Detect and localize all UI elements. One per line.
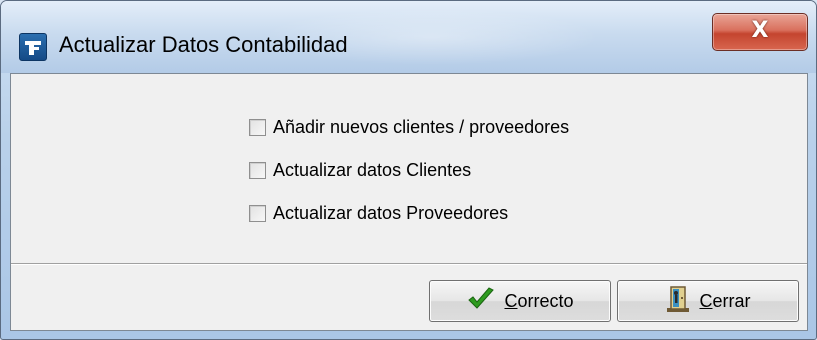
option-label: Actualizar datos Clientes bbox=[273, 159, 472, 180]
checkbox[interactable] bbox=[249, 118, 266, 136]
option-label: Actualizar datos Proveedores bbox=[273, 202, 509, 223]
option-label: Añadir nuevos clientes / proveedores bbox=[273, 116, 570, 137]
option-add-clients-suppliers[interactable]: Añadir nuevos clientes / proveedores bbox=[249, 114, 569, 140]
button-bar: Correcto Cerrar bbox=[11, 264, 807, 330]
close-window-button[interactable]: X bbox=[712, 13, 808, 51]
checkmark-icon bbox=[466, 286, 496, 317]
dialog-body: Añadir nuevos clientes / proveedores Act… bbox=[10, 73, 808, 331]
window-title: Actualizar Datos Contabilidad bbox=[59, 32, 348, 57]
correcto-button[interactable]: Correcto bbox=[429, 280, 611, 322]
cerrar-label: Cerrar bbox=[699, 290, 751, 311]
app-logo-icon[interactable] bbox=[19, 33, 47, 61]
close-icon: X bbox=[751, 18, 769, 43]
option-update-suppliers[interactable]: Actualizar datos Proveedores bbox=[249, 200, 508, 226]
checkbox[interactable] bbox=[249, 161, 266, 179]
cerrar-button[interactable]: Cerrar bbox=[617, 280, 799, 322]
checkbox[interactable] bbox=[249, 204, 266, 222]
title-bar[interactable]: Actualizar Datos Contabilidad X bbox=[1, 1, 816, 73]
dialog-window: Actualizar Datos Contabilidad X Añadir n… bbox=[0, 0, 817, 340]
correcto-label: Correcto bbox=[504, 290, 574, 311]
exit-door-icon bbox=[665, 284, 691, 319]
option-update-clients[interactable]: Actualizar datos Clientes bbox=[249, 157, 471, 183]
options-panel: Añadir nuevos clientes / proveedores Act… bbox=[11, 74, 807, 264]
